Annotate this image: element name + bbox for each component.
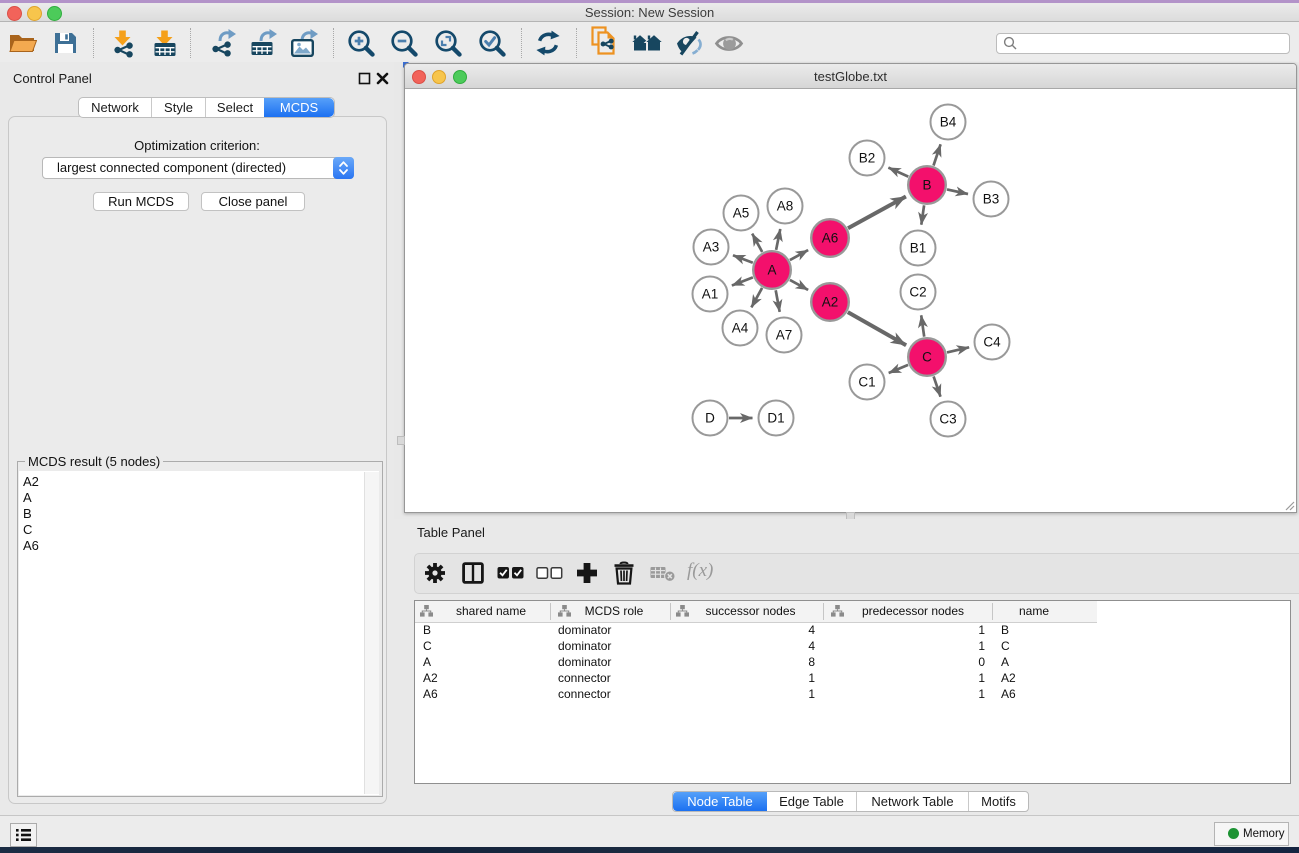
svg-text:C: C xyxy=(922,350,932,365)
svg-text:A7: A7 xyxy=(776,328,793,343)
svg-text:A2: A2 xyxy=(822,295,839,310)
svg-text:C3: C3 xyxy=(939,412,956,427)
svg-text:A3: A3 xyxy=(703,240,720,255)
svg-text:B: B xyxy=(922,178,931,193)
svg-text:D: D xyxy=(705,411,715,426)
svg-text:D1: D1 xyxy=(767,411,784,426)
svg-text:C4: C4 xyxy=(983,335,1001,350)
svg-text:B2: B2 xyxy=(859,151,876,166)
svg-text:B4: B4 xyxy=(940,115,957,130)
svg-text:A: A xyxy=(767,263,776,278)
svg-text:A1: A1 xyxy=(702,287,719,302)
svg-text:A8: A8 xyxy=(777,199,794,214)
svg-text:C2: C2 xyxy=(909,285,926,300)
svg-text:C1: C1 xyxy=(858,375,875,390)
svg-text:A5: A5 xyxy=(733,206,750,221)
svg-text:A6: A6 xyxy=(822,231,839,246)
svg-text:B1: B1 xyxy=(910,241,927,256)
svg-text:A4: A4 xyxy=(732,321,749,336)
svg-text:B3: B3 xyxy=(983,192,1000,207)
